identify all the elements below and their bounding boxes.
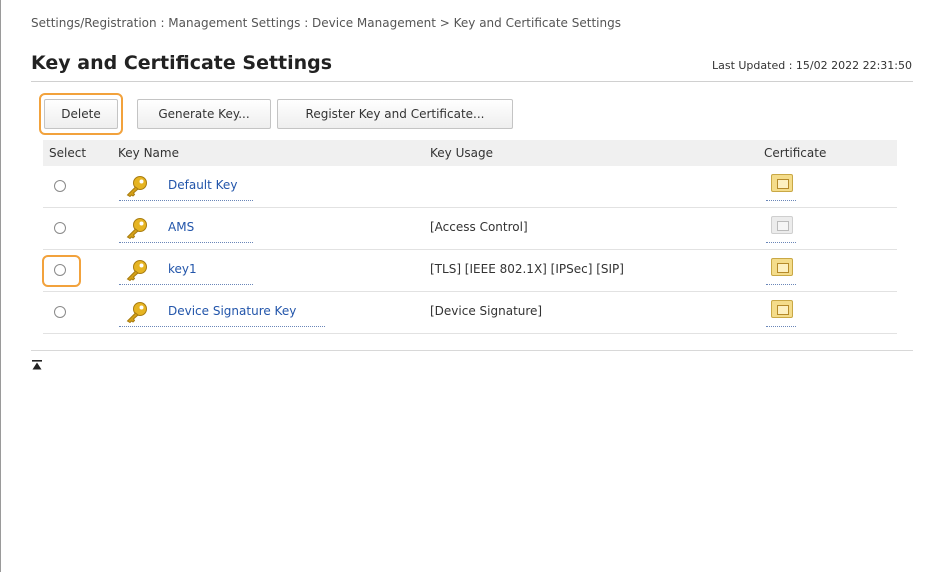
header-select: Select [49,146,87,160]
table-header: Select Key Name Key Usage Certificate [43,140,897,166]
certificate-underline [766,325,796,327]
table-row: AMS [Access Control] [43,208,897,250]
key-icon [126,302,147,323]
key-usage: [TLS] [IEEE 802.1X] [IPSec] [SIP] [430,262,624,276]
key-name-link[interactable]: AMS [168,220,194,234]
header-certificate: Certificate [764,146,827,160]
key-usage: [Device Signature] [430,304,543,318]
key-link-underline [119,241,253,243]
certificate-icon[interactable] [771,300,793,318]
generate-key-button[interactable]: Generate Key... [137,99,271,129]
key-name-link[interactable]: key1 [168,262,197,276]
key-link-underline [119,325,325,327]
key-icon [126,218,147,239]
register-key-certificate-button[interactable]: Register Key and Certificate... [277,99,513,129]
header-key-usage: Key Usage [430,146,493,160]
certificate-underline [766,241,796,243]
key-name-link[interactable]: Device Signature Key [168,304,296,318]
select-radio[interactable] [54,306,66,318]
page-frame: Settings/Registration : Management Setti… [0,0,936,572]
footer-divider [31,350,913,351]
breadcrumb: Settings/Registration : Management Setti… [31,16,621,30]
key-icon [126,260,147,281]
certificate-icon [771,216,793,234]
title-divider [31,81,913,82]
key-name-link[interactable]: Default Key [168,178,237,192]
to-top-icon[interactable] [32,360,42,370]
key-link-underline [119,199,253,201]
key-table: Select Key Name Key Usage Certificate De… [43,140,897,334]
certificate-underline [766,199,796,201]
page-title: Key and Certificate Settings [31,52,333,74]
table-row: Default Key [43,166,897,208]
certificate-icon[interactable] [771,258,793,276]
header-key-name: Key Name [118,146,179,160]
select-radio[interactable] [54,180,66,192]
select-radio[interactable] [54,222,66,234]
select-radio[interactable] [54,264,66,276]
table-row: key1 [TLS] [IEEE 802.1X] [IPSec] [SIP] [43,250,897,292]
table-row: Device Signature Key [Device Signature] [43,292,897,334]
key-link-underline [119,283,253,285]
last-updated: Last Updated : 15/02 2022 22:31:50 [711,59,912,72]
delete-button[interactable]: Delete [44,99,118,129]
key-icon [126,176,147,197]
certificate-underline [766,283,796,285]
certificate-icon[interactable] [771,174,793,192]
key-usage: [Access Control] [430,220,528,234]
